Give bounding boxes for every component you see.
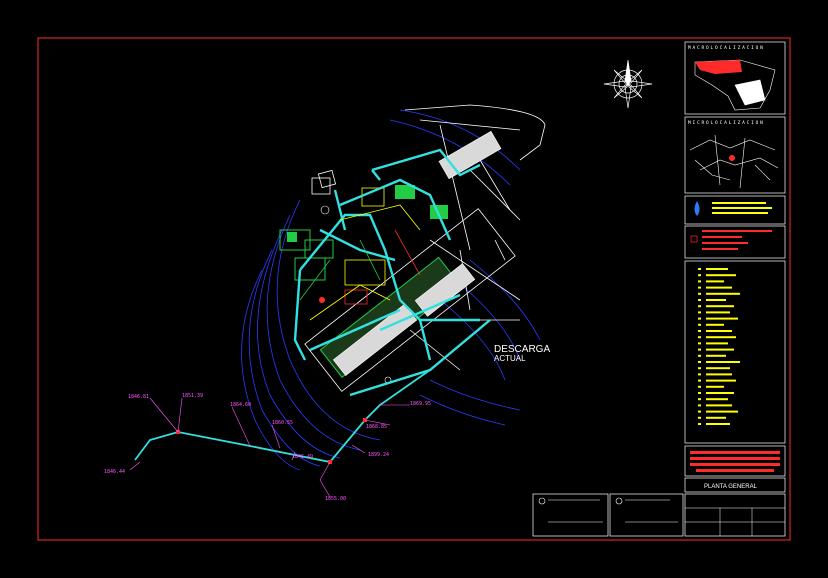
legend-symbol: [698, 423, 701, 425]
micro-header: MICROLOCALIZACION: [688, 120, 765, 126]
legend-entry: [706, 311, 730, 314]
legend-symbol: [698, 292, 701, 295]
legend-entry: [706, 305, 734, 308]
elevation-label: 1846.49: [292, 454, 313, 460]
legend-symbol: [698, 299, 701, 301]
legend-entry: [706, 317, 738, 320]
signature-lines: [548, 499, 678, 523]
logo-seal-icon: [538, 497, 546, 505]
legend-symbol: [698, 268, 701, 270]
legend-entry: [706, 268, 728, 270]
legend-entry: [706, 280, 724, 283]
legend-entries: [698, 268, 740, 425]
legend-symbol: [698, 311, 701, 314]
legend-symbol: [698, 354, 701, 357]
legend-entry: [706, 423, 730, 425]
macro-header: MACROLOCALIZACION: [688, 45, 765, 51]
legend-symbol: [698, 330, 701, 332]
signature-box-left: [532, 493, 609, 537]
elevation-label: 1846.81: [128, 394, 149, 400]
info-grid-lines: [685, 507, 785, 536]
legend-entry: [706, 367, 730, 370]
micro-marker: [729, 155, 735, 161]
elevation-labels: 1846.81 1851.39 1864.60 1860.55 1869.95 …: [104, 393, 431, 502]
legend-entry: [706, 379, 736, 382]
logo-seal-icon: [615, 497, 623, 505]
site-structures: [279, 130, 516, 392]
legend-symbol: [698, 336, 701, 339]
micro-map: [689, 134, 779, 189]
legend-entry: [706, 348, 734, 351]
elevation-label: 1846.44: [104, 469, 125, 475]
macro-highlight: [695, 60, 742, 74]
legend-symbol: [698, 361, 701, 363]
legend-symbol: [698, 317, 701, 320]
legend-entry: [706, 299, 726, 301]
elevation-label: 1864.60: [230, 402, 251, 408]
site-plan: 1846.81 1851.39 1864.60 1860.55 1869.95 …: [104, 104, 550, 502]
legend-symbol: [698, 373, 701, 376]
legend-symbol: [698, 404, 701, 407]
compass-rose-icon: [603, 59, 653, 109]
legend-entry: [706, 330, 732, 332]
legend-entry: [706, 323, 724, 326]
notes-symbol-icon: [690, 235, 698, 243]
elevation-label: 1869.95: [410, 401, 431, 407]
legend-symbol: [698, 379, 701, 382]
legend-entry: [706, 416, 726, 419]
elevation-leaders: [129, 397, 410, 498]
legend-symbol: [698, 286, 701, 289]
legend-entry: [706, 373, 732, 376]
discharge-annotation-sub: ACTUAL: [494, 354, 526, 363]
legend-entry: [706, 286, 732, 289]
notes-lines: [702, 230, 772, 250]
legend-symbol: [698, 385, 701, 388]
legend-symbol: [698, 280, 701, 283]
legend-entry: [706, 336, 736, 339]
legend-entry: [706, 342, 728, 345]
project-title-lines: [690, 451, 780, 472]
legend-entry: [706, 392, 734, 394]
legend-entry: [706, 361, 740, 363]
legend-entry: [706, 404, 732, 407]
elevation-label: 1851.39: [182, 393, 203, 399]
elevation-label: 1868.85: [366, 424, 387, 430]
legend-entry: [706, 385, 724, 388]
title-block: MACROLOCALIZACION MICROLOCALIZACION PLAN…: [532, 41, 786, 537]
legend-symbol: [698, 274, 701, 277]
legend-symbol: [698, 416, 701, 419]
micro-panel: [684, 116, 786, 194]
legend-entry: [706, 292, 740, 295]
legend-symbol: [698, 305, 701, 308]
signature-box-right: [609, 493, 684, 537]
legend-symbol: [698, 367, 701, 370]
legend-symbol: [698, 348, 701, 351]
elevation-label: 1860.55: [272, 420, 293, 426]
elevation-label: 1855.00: [325, 496, 346, 502]
legend-symbol: [698, 342, 701, 345]
legend-entry: [706, 410, 738, 413]
water-drop-icon: [694, 201, 700, 216]
legend-symbol: [698, 392, 701, 394]
legend-symbol: [698, 410, 701, 413]
agency-panel: [684, 195, 786, 225]
cad-drawing-sheet: 1846.81 1851.39 1864.60 1860.55 1869.95 …: [37, 37, 791, 541]
info-grid: [684, 493, 786, 537]
elevation-label: 1899.24: [368, 452, 389, 458]
legend-symbol: [698, 323, 701, 326]
agency-text-lines: [712, 202, 772, 214]
legend-entry: [706, 274, 736, 277]
sheet-title: PLANTA GENERAL: [704, 484, 758, 490]
legend-symbol: [698, 398, 701, 401]
legend-entry: [706, 354, 726, 357]
legend-entry: [706, 398, 728, 401]
